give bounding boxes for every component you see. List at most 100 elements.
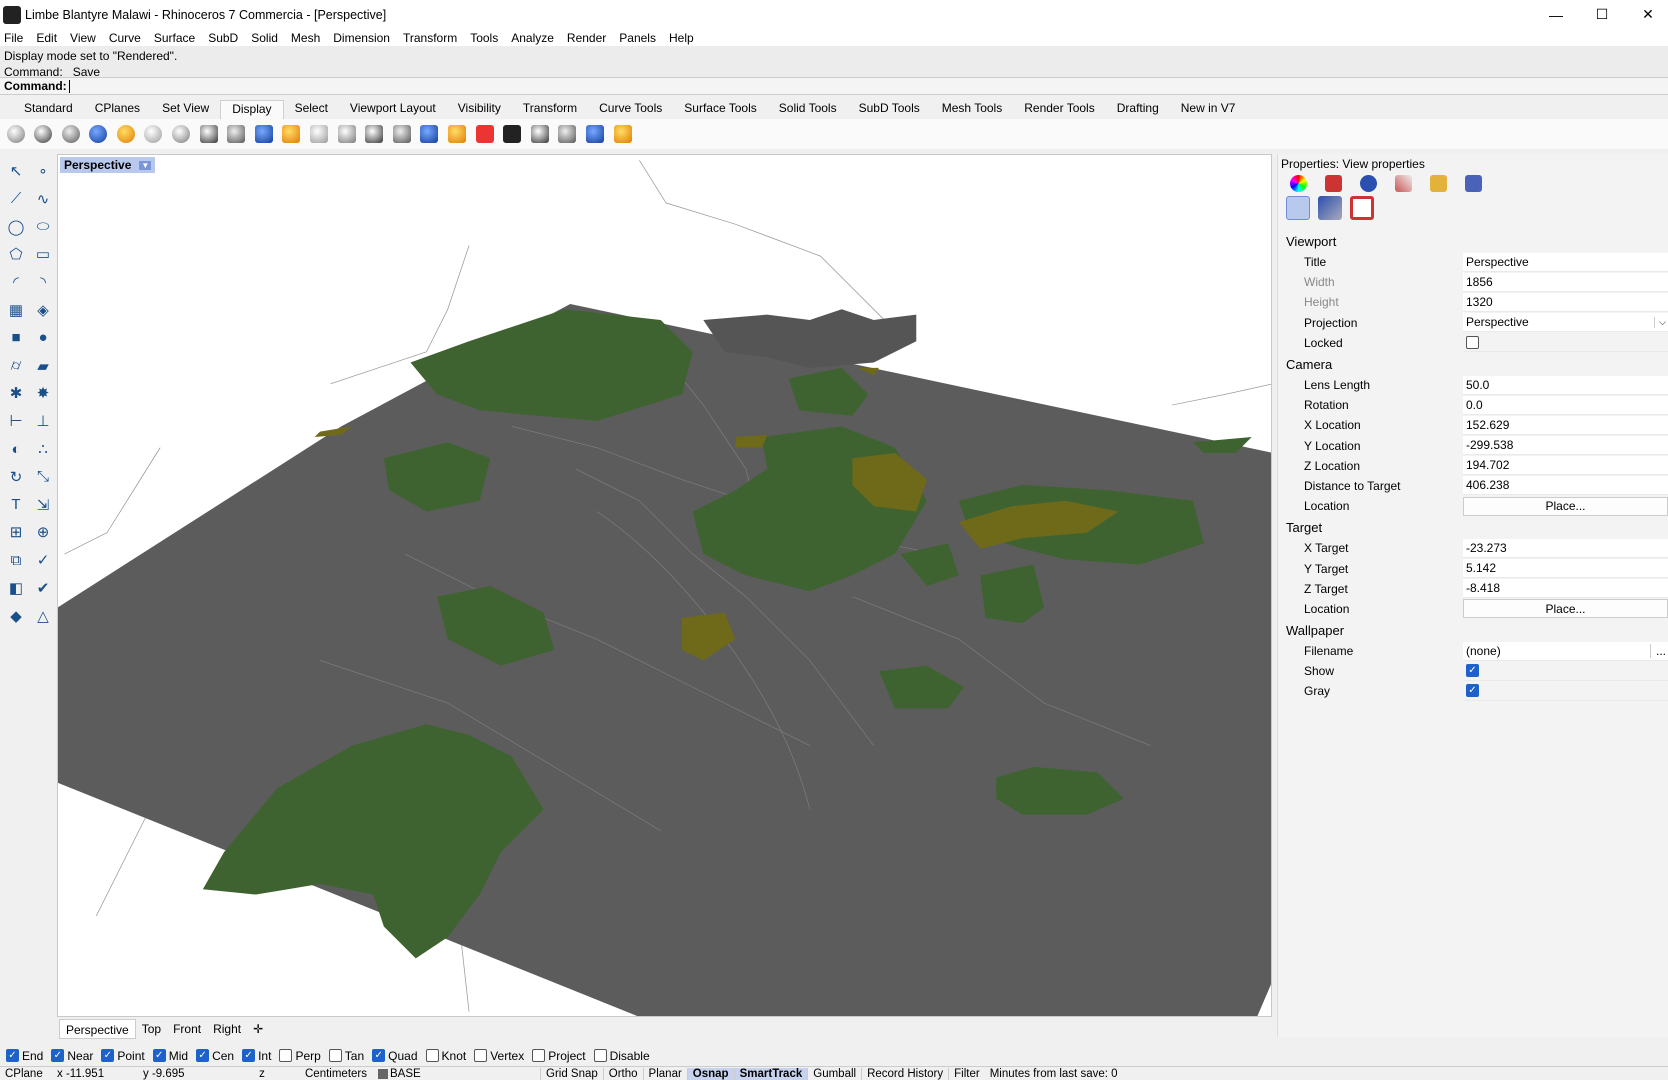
current-layer[interactable]: BASE bbox=[390, 1068, 540, 1080]
rectangle-icon[interactable]: ▭ bbox=[32, 243, 54, 265]
osnap-near[interactable]: ✓ Near bbox=[51, 1049, 93, 1063]
height-field[interactable]: 1320 bbox=[1463, 292, 1668, 312]
osnap-checkbox[interactable] bbox=[474, 1049, 488, 1062]
osnap-checkbox[interactable]: ✓ bbox=[51, 1049, 65, 1062]
color-wheel-icon[interactable] bbox=[1290, 174, 1307, 192]
check-icon[interactable]: ✔ bbox=[32, 577, 54, 599]
title-field[interactable]: Perspective bbox=[1463, 252, 1668, 272]
tab-cplanes[interactable]: CPlanes bbox=[84, 100, 151, 119]
place-button[interactable]: Place... bbox=[1463, 496, 1668, 516]
width-field[interactable]: 1856 bbox=[1463, 272, 1668, 292]
osnap-checkbox[interactable]: ✓ bbox=[196, 1049, 210, 1062]
units[interactable]: Centimeters bbox=[300, 1068, 378, 1080]
menu-panels[interactable]: Panels bbox=[619, 31, 656, 45]
menu-subd[interactable]: SubD bbox=[208, 31, 238, 45]
shaded-icon[interactable] bbox=[32, 123, 55, 146]
box-icon[interactable]: ■ bbox=[5, 327, 27, 349]
curve-icon[interactable]: ∿ bbox=[32, 188, 54, 210]
point-icon[interactable]: ∘ bbox=[32, 160, 54, 182]
menu-help[interactable]: Help bbox=[669, 31, 694, 45]
menu-dimension[interactable]: Dimension bbox=[333, 31, 390, 45]
menu-surface[interactable]: Surface bbox=[154, 31, 195, 45]
select-icon[interactable]: ↖ bbox=[5, 160, 27, 182]
cylinder-icon[interactable]: ⌭ bbox=[5, 355, 27, 377]
join-icon[interactable]: ∴ bbox=[32, 438, 54, 460]
close-button[interactable]: ✕ bbox=[1625, 0, 1668, 29]
curvature-icon[interactable] bbox=[446, 123, 469, 146]
tab-set-view[interactable]: Set View bbox=[151, 100, 220, 119]
tab-render-tools[interactable]: Render Tools bbox=[1013, 100, 1106, 119]
solid-edit-icon[interactable]: ◧ bbox=[5, 577, 27, 599]
display-options-icon[interactable] bbox=[611, 123, 634, 146]
gray-checkbox[interactable]: ✓ bbox=[1466, 684, 1479, 698]
viewport-title[interactable]: Perspective ▼ bbox=[60, 157, 156, 173]
osnap-int[interactable]: ✓ Int bbox=[242, 1049, 271, 1063]
explode-icon[interactable]: ✸ bbox=[32, 382, 54, 404]
osnap-checkbox[interactable] bbox=[425, 1049, 439, 1062]
toggle-ortho[interactable]: Ortho bbox=[602, 1067, 643, 1080]
move-icon[interactable]: ✓ bbox=[32, 549, 54, 571]
block-icon[interactable]: ⧉ bbox=[5, 549, 27, 571]
osnap-quad[interactable]: ✓ Quad bbox=[372, 1049, 418, 1063]
tab-solid-tools[interactable]: Solid Tools bbox=[768, 100, 848, 119]
lens-length-field[interactable]: 50.0 bbox=[1463, 375, 1668, 395]
menu-file[interactable]: File bbox=[4, 31, 23, 45]
dimension-icon[interactable]: ⊢ bbox=[5, 410, 27, 432]
menu-render[interactable]: Render bbox=[567, 31, 606, 45]
named-view-icon[interactable] bbox=[1318, 196, 1342, 220]
tab-new-in-v7[interactable]: New in V7 bbox=[1170, 100, 1247, 119]
browse-button[interactable]: ... bbox=[1649, 643, 1666, 658]
osnap-perp[interactable]: Perp bbox=[279, 1049, 321, 1063]
toggle-filter[interactable]: Filter bbox=[948, 1067, 985, 1080]
arctic-icon[interactable] bbox=[225, 123, 248, 146]
tab-transform[interactable]: Transform bbox=[512, 100, 588, 119]
x-target-field[interactable]: -23.273 bbox=[1463, 538, 1668, 558]
zebra-icon[interactable] bbox=[418, 123, 441, 146]
lighting-icon[interactable] bbox=[390, 123, 413, 146]
osnap-project[interactable]: Project bbox=[532, 1049, 586, 1063]
artistic-icon[interactable] bbox=[170, 123, 193, 146]
toggle-planar[interactable]: Planar bbox=[642, 1067, 687, 1080]
ghosted-icon[interactable] bbox=[87, 123, 110, 146]
viewport-tab-perspective[interactable]: Perspective bbox=[59, 1019, 136, 1039]
brush-icon[interactable] bbox=[1395, 174, 1412, 192]
help-icon[interactable] bbox=[1465, 174, 1482, 192]
maximize-button[interactable]: ☐ bbox=[1579, 0, 1625, 29]
fillet-icon[interactable]: ◝ bbox=[32, 271, 54, 293]
osnap-knot[interactable]: Knot bbox=[425, 1049, 466, 1063]
viewport-tab-top[interactable]: Top bbox=[136, 1019, 167, 1039]
osnap-checkbox[interactable]: ✓ bbox=[372, 1049, 386, 1062]
osnap-tan[interactable]: Tan bbox=[328, 1049, 364, 1063]
scale-icon[interactable]: ⤡ bbox=[32, 466, 54, 488]
osnap-cen[interactable]: ✓ Cen bbox=[196, 1049, 234, 1063]
ground-plane-icon[interactable] bbox=[363, 123, 386, 146]
screen-capture-icon[interactable] bbox=[556, 123, 579, 146]
menu-tools[interactable]: Tools bbox=[470, 31, 498, 45]
rotate-icon[interactable]: ↻ bbox=[5, 466, 27, 488]
z-target-field[interactable]: -8.418 bbox=[1463, 579, 1668, 599]
tab-subd-tools[interactable]: SubD Tools bbox=[848, 100, 931, 119]
analyze-icon[interactable]: △ bbox=[32, 605, 54, 627]
array-icon[interactable]: ⊞ bbox=[5, 521, 27, 543]
osnap-checkbox[interactable]: ✓ bbox=[6, 1049, 19, 1062]
material-icon[interactable] bbox=[1325, 174, 1342, 192]
wallpaper-icon[interactable] bbox=[1350, 196, 1374, 220]
menu-curve[interactable]: Curve bbox=[109, 31, 141, 45]
osnap-vertex[interactable]: Vertex bbox=[474, 1049, 524, 1063]
osnap-point[interactable]: ✓ Point bbox=[101, 1049, 145, 1063]
viewport-tab-right[interactable]: Right bbox=[207, 1019, 247, 1039]
transform-icon[interactable]: ✱ bbox=[5, 382, 27, 404]
surface-icon[interactable]: ▦ bbox=[5, 299, 27, 321]
osnap-checkbox[interactable] bbox=[279, 1049, 293, 1062]
viewport-tab-front[interactable]: Front bbox=[167, 1019, 207, 1039]
tab-display[interactable]: Display bbox=[220, 100, 284, 119]
boolean-icon[interactable]: ◐ bbox=[5, 438, 27, 460]
tab-mesh-tools[interactable]: Mesh Tools bbox=[931, 100, 1013, 119]
toggle-grid-snap[interactable]: Grid Snap bbox=[540, 1067, 603, 1080]
draft-angle-icon[interactable] bbox=[473, 123, 496, 146]
polyline-icon[interactable]: ⟋ bbox=[5, 188, 27, 210]
rendered-icon[interactable] bbox=[59, 123, 82, 146]
toggle-smarttrack[interactable]: SmartTrack bbox=[733, 1067, 808, 1080]
mesh-icon[interactable]: ◆ bbox=[5, 605, 27, 627]
tab-drafting[interactable]: Drafting bbox=[1106, 100, 1170, 119]
